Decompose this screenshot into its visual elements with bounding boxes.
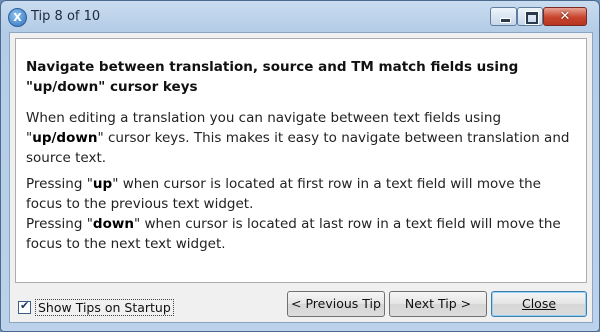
tip-key-up-down: up/down bbox=[32, 130, 98, 146]
dialog-body: Navigate between translation, source and… bbox=[9, 32, 593, 323]
tip-text: Pressing " bbox=[26, 176, 93, 192]
tip-content-panel: Navigate between translation, source and… bbox=[15, 38, 587, 283]
title-bar[interactable]: X Tip 8 of 10 ✕ bbox=[1, 1, 599, 33]
maximize-icon bbox=[526, 12, 538, 24]
minimize-icon bbox=[500, 18, 511, 23]
tip-dialog-window: X Tip 8 of 10 ✕ Navigate between transla… bbox=[0, 0, 600, 332]
tip-text: " cursor keys. This makes it easy to nav… bbox=[26, 130, 570, 166]
tip-key-up: up bbox=[92, 176, 113, 192]
tip-paragraph-2: Pressing "up" when cursor is located at … bbox=[26, 174, 581, 254]
app-logo-icon: X bbox=[8, 8, 27, 27]
show-tips-label[interactable]: Show Tips on Startup bbox=[35, 298, 174, 316]
tip-paragraph-1: When editing a translation you can navig… bbox=[26, 108, 581, 168]
next-tip-button[interactable]: Next Tip > bbox=[389, 291, 487, 317]
tip-key-down: down bbox=[92, 216, 134, 232]
minimize-button[interactable] bbox=[490, 7, 517, 26]
close-button-label: Close bbox=[521, 296, 557, 311]
show-tips-checkbox[interactable]: Show Tips on Startup bbox=[18, 298, 174, 316]
window-title: Tip 8 of 10 bbox=[31, 9, 101, 24]
maximize-button[interactable] bbox=[517, 7, 543, 26]
previous-tip-button[interactable]: < Previous Tip bbox=[287, 291, 385, 317]
close-button[interactable]: Close bbox=[491, 291, 587, 317]
tip-heading: Navigate between translation, source and… bbox=[26, 59, 519, 95]
close-icon: ✕ bbox=[559, 9, 571, 24]
tip-text: Pressing " bbox=[26, 216, 93, 232]
window-close-button[interactable]: ✕ bbox=[543, 7, 587, 26]
checkbox-checked-icon[interactable] bbox=[18, 299, 31, 314]
